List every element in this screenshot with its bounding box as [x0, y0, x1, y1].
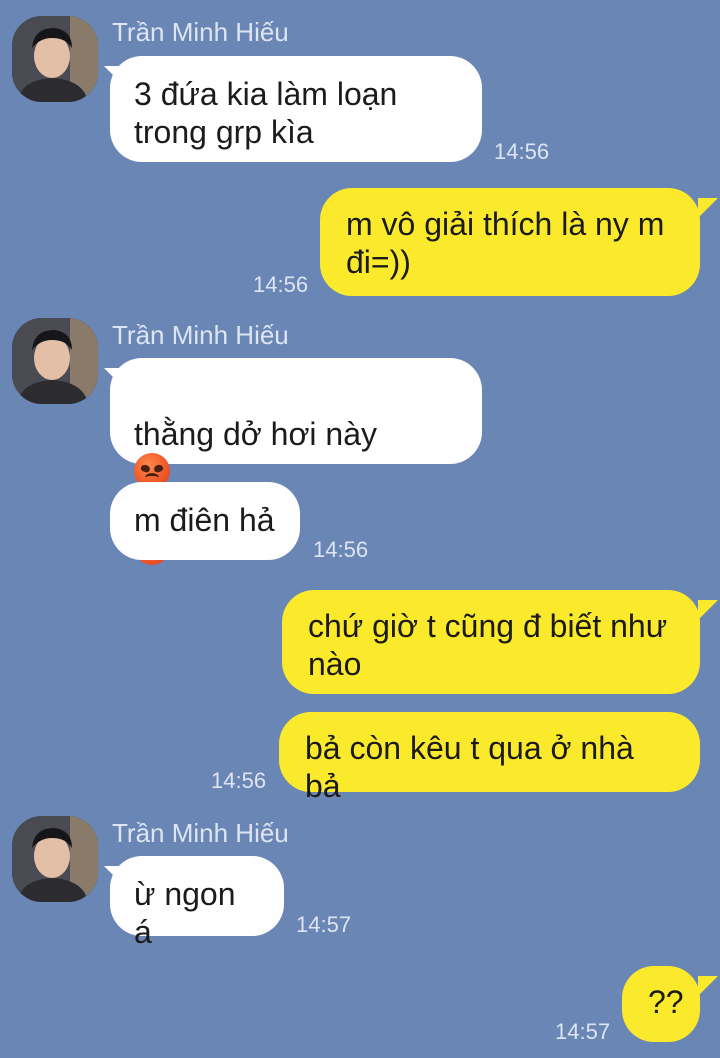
outgoing-message-bubble[interactable]: ?? — [622, 966, 700, 1042]
contact-avatar[interactable] — [12, 16, 98, 102]
message-timestamp: 14:56 — [253, 272, 309, 297]
contact-avatar[interactable] — [12, 816, 98, 902]
incoming-message-bubble[interactable]: m điên hả — [110, 482, 300, 560]
message-timestamp: 14:56 — [494, 139, 550, 164]
contact-avatar[interactable] — [12, 318, 98, 404]
outgoing-message-bubble[interactable]: chứ giờ t cũng đ biết như nào — [282, 590, 700, 694]
sender-name: Trần Minh Hiếu — [112, 818, 289, 848]
incoming-message-bubble[interactable]: ừ ngon á — [110, 856, 284, 950]
bubble-tail — [698, 600, 718, 620]
message-text: thằng dở hơi này — [134, 416, 378, 452]
sender-name: Trần Minh Hiếu — [112, 320, 289, 350]
outgoing-message-bubble[interactable]: bả còn kêu t qua ở nhà bả — [279, 712, 700, 804]
outgoing-message-bubble[interactable]: m vô giải thích là ny m đi=)) — [320, 188, 700, 296]
message-timestamp: 14:56 — [313, 537, 369, 562]
incoming-message-bubble[interactable]: 3 đứa kia làm loạn trong grp kìa — [110, 56, 482, 162]
sender-name: Trần Minh Hiếu — [112, 17, 289, 47]
incoming-message-bubble[interactable]: thằng dở hơi này — [110, 358, 482, 565]
bubble-tail — [698, 976, 718, 996]
message-timestamp: 14:57 — [555, 1019, 611, 1044]
bubble-tail — [698, 198, 718, 218]
message-timestamp: 14:56 — [211, 768, 267, 793]
message-timestamp: 14:57 — [296, 912, 352, 937]
